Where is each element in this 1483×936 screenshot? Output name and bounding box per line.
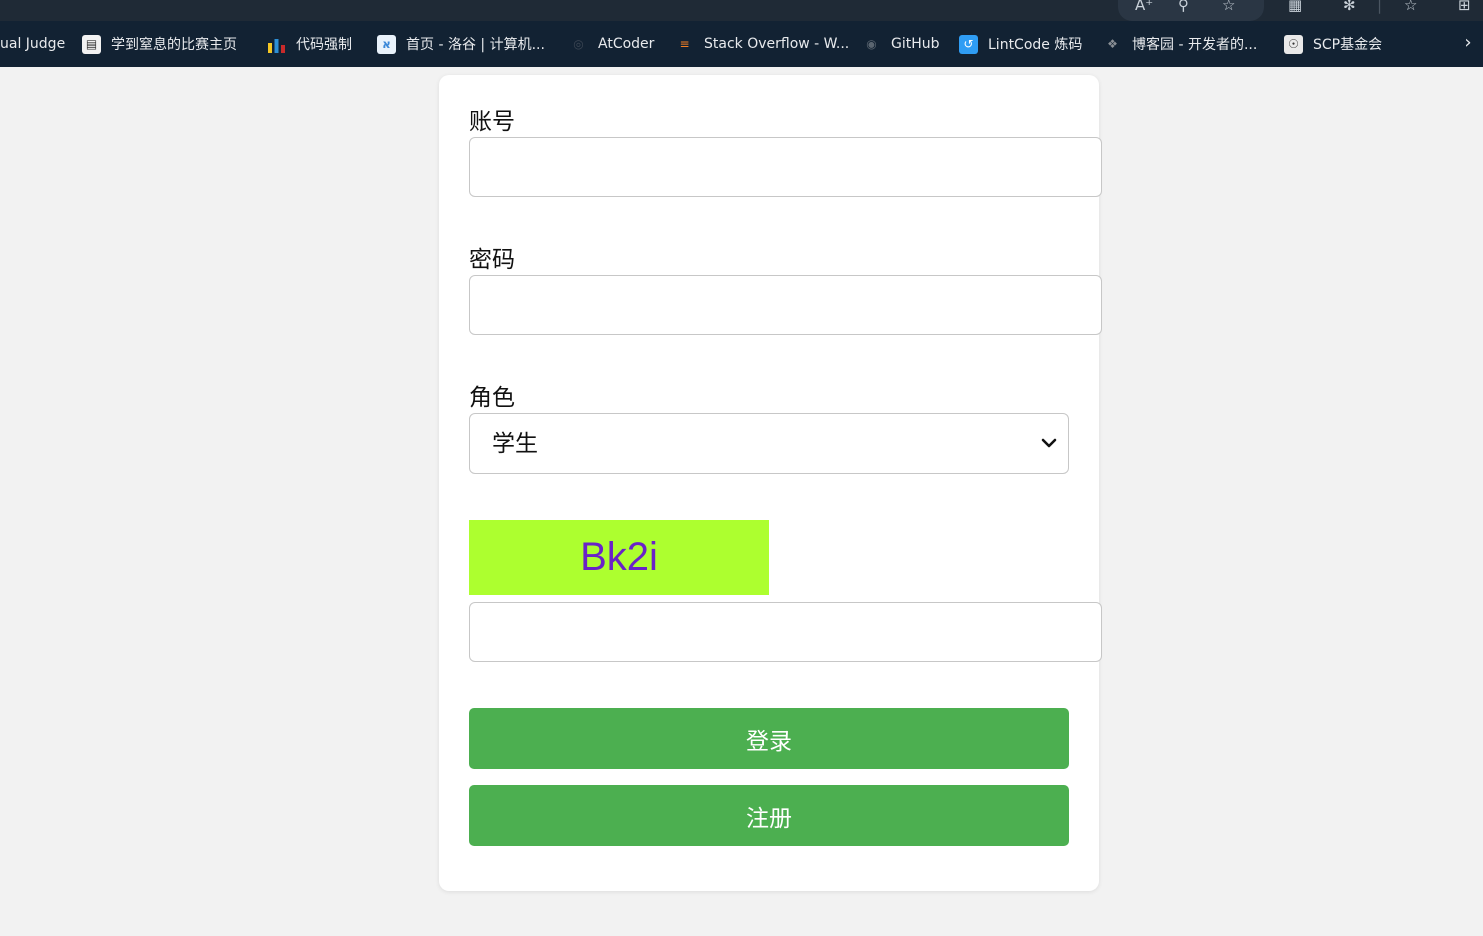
stackoverflow-icon: ≡ xyxy=(679,37,690,51)
luogu-icon: א xyxy=(377,34,396,54)
register-button[interactable]: 注册 xyxy=(469,785,1069,846)
role-label: 角色 xyxy=(469,385,515,411)
collections-icon[interactable]: ⊞ xyxy=(1458,0,1471,13)
toolbar-divider: | xyxy=(1377,0,1383,14)
account-label: 账号 xyxy=(469,109,515,135)
bookmark-github[interactable]: ◉ GitHub xyxy=(862,21,940,67)
captcha-text: Bk2i xyxy=(580,535,658,579)
bookmarks-bar: ual Judge ▤ 学到窒息的比赛主页 代码强制 א 首页 - 洛谷 | 计… xyxy=(0,21,1483,67)
bookmark-label: Stack Overflow - W... xyxy=(704,36,850,52)
bookmark-label: ual Judge xyxy=(0,36,66,52)
extensions-puzzle-icon[interactable]: ✻ xyxy=(1343,0,1356,13)
password-input[interactable] xyxy=(469,275,1102,335)
bookmark-atcoder[interactable]: ◎ AtCoder xyxy=(569,21,654,67)
bookmark-label: 首页 - 洛谷 | 计算机... xyxy=(406,37,545,53)
bookmark-cnblogs[interactable]: ❖ 博客园 - 开发者的... xyxy=(1103,21,1257,67)
bar-chart-icon xyxy=(267,35,286,54)
bookmark-luogu[interactable]: א 首页 - 洛谷 | 计算机... xyxy=(377,21,545,67)
github-icon: ◉ xyxy=(866,37,877,51)
bookmark-label: 学到窒息的比赛主页 xyxy=(111,37,237,53)
bookmark-lintcode[interactable]: ↺ LintCode 炼码 xyxy=(959,21,1082,67)
bookmark-label: SCP基金会 xyxy=(1313,37,1383,53)
address-bar-tools: A⁺ ⚲ ☆ xyxy=(1118,0,1264,21)
bookmark-scp[interactable]: ☉ SCP基金会 xyxy=(1284,21,1382,67)
favorites-icon[interactable]: ☆ xyxy=(1404,0,1417,13)
add-favorite-icon[interactable]: ☆ xyxy=(1222,0,1235,13)
chevron-right-icon[interactable]: › xyxy=(1458,32,1478,54)
bookmark-contest-page[interactable]: ▤ 学到窒息的比赛主页 xyxy=(82,21,237,67)
bookmark-label: AtCoder xyxy=(598,36,655,52)
chevron-down-icon xyxy=(1041,438,1057,448)
scp-icon: ☉ xyxy=(1284,34,1303,54)
login-card: 账号 密码 角色 学生 Bk2i 登录 注册 xyxy=(439,75,1102,891)
role-select[interactable]: 学生 xyxy=(469,413,1069,474)
bookmark-label: 博客园 - 开发者的... xyxy=(1132,37,1258,53)
password-label: 密码 xyxy=(469,247,515,273)
bookmark-label: LintCode 炼码 xyxy=(988,37,1083,53)
browser-top-strip: A⁺ ⚲ ☆ ▦ ✻ | ☆ ⊞ xyxy=(0,0,1483,21)
bookmark-stackoverflow[interactable]: ≡ Stack Overflow - W... xyxy=(675,21,849,67)
account-input[interactable] xyxy=(469,137,1102,197)
cnblogs-icon: ❖ xyxy=(1107,37,1118,51)
zoom-icon[interactable]: ⚲ xyxy=(1178,0,1189,13)
captcha-image[interactable]: Bk2i xyxy=(469,520,769,595)
login-button[interactable]: 登录 xyxy=(469,708,1069,769)
lintcode-icon: ↺ xyxy=(959,34,978,54)
extension-icon[interactable]: ▦ xyxy=(1288,0,1302,13)
captcha-input[interactable] xyxy=(469,602,1102,662)
page-icon: ▤ xyxy=(82,34,101,54)
bookmark-label: GitHub xyxy=(891,36,940,52)
atcoder-icon: ◎ xyxy=(573,37,584,51)
role-selected-value: 学生 xyxy=(492,431,538,457)
read-aloud-icon[interactable]: A⁺ xyxy=(1135,0,1153,13)
bookmark-virtual-judge[interactable]: ual Judge xyxy=(0,21,65,67)
bookmark-label: 代码强制 xyxy=(296,37,352,53)
bookmark-codeforces[interactable]: 代码强制 xyxy=(267,21,352,67)
